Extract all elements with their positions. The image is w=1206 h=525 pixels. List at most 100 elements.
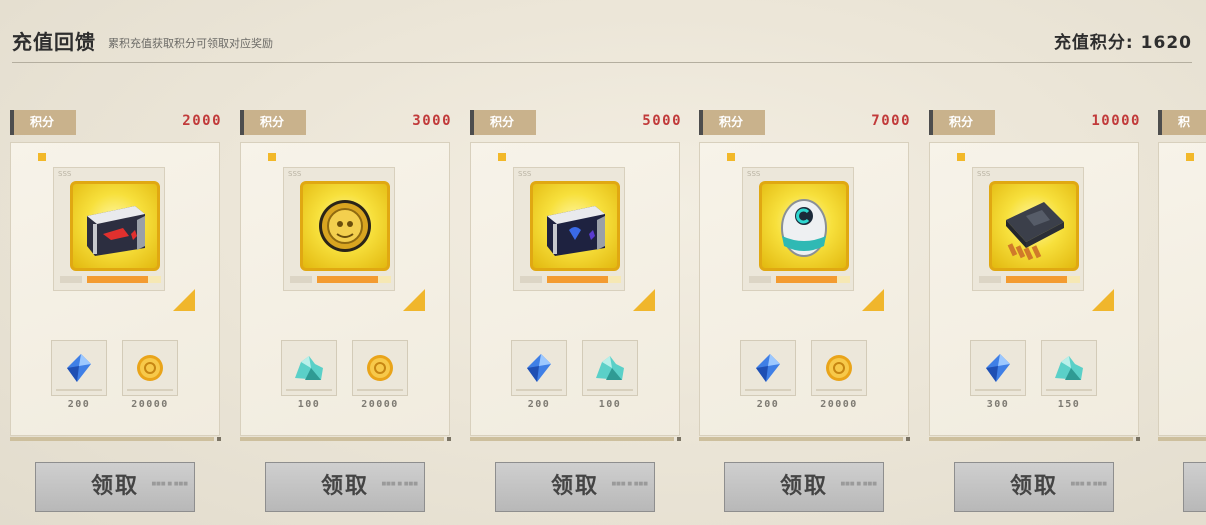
progress-track-grey (60, 276, 82, 283)
progress-track-grey (979, 276, 1001, 283)
teal-ore-icon[interactable] (582, 340, 638, 396)
reward-qty: 100 (598, 399, 622, 410)
blue-crystal-icon[interactable] (970, 340, 1026, 396)
main-reward-item[interactable]: SSS (972, 167, 1084, 291)
card-footer-dot (677, 437, 681, 441)
claim-label: 领取 (1009, 474, 1058, 499)
claim-label: 领取 (320, 474, 369, 499)
points-tag: 积分 (470, 110, 536, 135)
reward-panel: SSS 300 150 (929, 142, 1139, 436)
gold-coin-icon[interactable] (811, 340, 867, 396)
card-footer-dot (906, 437, 910, 441)
rarity-label: SSS (518, 170, 532, 178)
red-white-crate-icon (70, 181, 160, 271)
reward-qty: 200 (527, 399, 551, 410)
points-tag: 积分 (10, 110, 76, 135)
corner-ribbon (1092, 289, 1114, 311)
points-tag: 积 (1158, 110, 1206, 135)
teal-ore-icon[interactable] (1041, 340, 1097, 396)
reward-qty: 20000 (820, 399, 858, 410)
progress-bar (776, 276, 850, 283)
corner-marker (957, 153, 965, 161)
reward-qty: 100 (297, 399, 321, 410)
card-footer-bar (470, 437, 674, 441)
progress-track-grey (520, 276, 542, 283)
rarity-label: SSS (977, 170, 991, 178)
claim-button[interactable]: 领取 ■■■ ■ ■■■ (35, 462, 195, 512)
main-reward-item[interactable]: SSS (53, 167, 165, 291)
progress-bar (1006, 276, 1080, 283)
claim-label: 领取 (779, 474, 828, 499)
claim-button[interactable]: 领取 ■■■ ■ ■■■ (265, 462, 425, 512)
progress-bar (547, 276, 621, 283)
reward-qty: 20000 (131, 399, 169, 410)
progress-bar (317, 276, 391, 283)
main-reward-item[interactable]: SSS (513, 167, 625, 291)
main-reward-item[interactable]: SSS (283, 167, 395, 291)
card-footer-dot (447, 437, 451, 441)
reward-panel (1158, 142, 1206, 436)
blue-crystal-icon[interactable] (51, 340, 107, 396)
reward-panel: SSS 100 20000 (240, 142, 450, 436)
required-points: 2000 (182, 113, 222, 129)
blue-crate-icon (530, 181, 620, 271)
required-points: 3000 (412, 113, 452, 129)
reward-qty: 20000 (361, 399, 399, 410)
card-footer-bar (240, 437, 444, 441)
required-points: 5000 (642, 113, 682, 129)
main-reward-item[interactable]: SSS (742, 167, 854, 291)
progress-bar (87, 276, 161, 283)
tech-egg-icon (759, 181, 849, 271)
corner-marker (268, 153, 276, 161)
reward-card: 积分 7000 SSS 200 20000 领取 ■■■ ■ ■■■ (699, 110, 911, 525)
claim-button[interactable]: 领取 ■■■ ■ ■■■ (954, 462, 1114, 512)
progress-track-grey (749, 276, 771, 283)
gold-coin-icon[interactable] (352, 340, 408, 396)
reward-panel: SSS 200 (699, 142, 909, 436)
corner-marker (38, 153, 46, 161)
required-points: 10000 (1091, 113, 1141, 129)
blue-crystal-icon[interactable] (740, 340, 796, 396)
card-footer-bar (1158, 437, 1206, 441)
teal-ore-icon[interactable] (281, 340, 337, 396)
claim-button[interactable] (1183, 462, 1206, 512)
corner-ribbon (173, 289, 195, 311)
corner-marker (727, 153, 735, 161)
points-tag: 积分 (240, 110, 306, 135)
reward-qty: 200 (756, 399, 780, 410)
microchip-icon (989, 181, 1079, 271)
claim-label: 领取 (90, 474, 139, 499)
reward-card: 积分 5000 SSS 200 100 领取 ■■■ ■ ■■■ (470, 110, 682, 525)
gold-coin-icon[interactable] (122, 340, 178, 396)
corner-ribbon (633, 289, 655, 311)
points-tag: 积分 (699, 110, 765, 135)
claim-button[interactable]: 领取 ■■■ ■ ■■■ (724, 462, 884, 512)
corner-marker (1186, 153, 1194, 161)
card-footer-dot (217, 437, 221, 441)
progress-track-grey (290, 276, 312, 283)
claim-label: 领取 (550, 474, 599, 499)
required-points: 7000 (871, 113, 911, 129)
reward-card: 积分 3000 SSS 100 20000 领取 ■■■ ■ ■■■ (240, 110, 452, 525)
reward-qty: 150 (1057, 399, 1081, 410)
reward-panel: SSS 200 (470, 142, 680, 436)
points-tag: 积分 (929, 110, 995, 135)
card-footer-bar (929, 437, 1133, 441)
corner-marker (498, 153, 506, 161)
blue-crystal-icon[interactable] (511, 340, 567, 396)
rarity-label: SSS (58, 170, 72, 178)
rarity-label: SSS (747, 170, 761, 178)
corner-ribbon (862, 289, 884, 311)
card-footer-bar (699, 437, 903, 441)
reward-card: 积分 2000 SSS 200 20000 领取 ■■■ ■ ■■■ (10, 110, 222, 525)
reward-cards: 积分 2000 SSS 200 20000 领取 ■■■ ■ ■■■ 积分 30… (0, 0, 1206, 525)
claim-button[interactable]: 领取 ■■■ ■ ■■■ (495, 462, 655, 512)
reward-panel: SSS 200 (10, 142, 220, 436)
card-footer-bar (10, 437, 214, 441)
reward-card: 积分 10000 SSS 300 150 领取 ■■■ ■ ■■■ (929, 110, 1141, 525)
card-footer-dot (1136, 437, 1140, 441)
reward-qty: 200 (67, 399, 91, 410)
golden-medallion-icon (300, 181, 390, 271)
rarity-label: SSS (288, 170, 302, 178)
reward-qty: 300 (986, 399, 1010, 410)
